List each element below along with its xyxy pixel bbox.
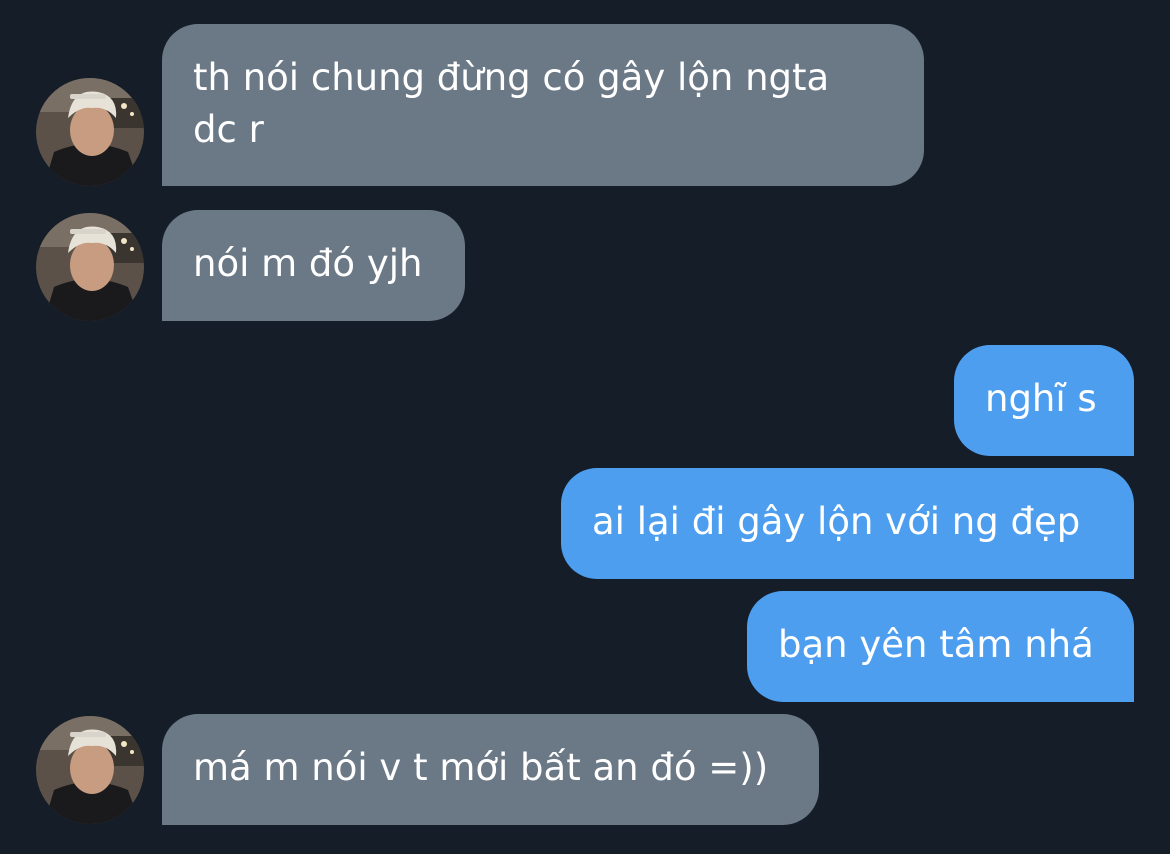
- avatar-image: [36, 716, 144, 824]
- chat-thread: th nói chung đừng có gây lộn ngta dc r n…: [0, 0, 1170, 854]
- message-text-line: th nói chung đừng có gây lộn ngta dc r: [193, 56, 830, 151]
- outgoing-message[interactable]: ai lại đi gây lộn với ng đẹp: [561, 468, 1134, 579]
- incoming-message[interactable]: má m nói v t mới bất an đó =)): [162, 714, 819, 825]
- message-text: bạn yên tâm nhá: [778, 623, 1094, 666]
- outgoing-message[interactable]: bạn yên tâm nhá: [747, 591, 1134, 702]
- contact-avatar[interactable]: [36, 716, 144, 824]
- incoming-message[interactable]: nói m đó yjh: [162, 210, 465, 321]
- message-text: má m nói v t mới bất an đó =)): [193, 746, 769, 789]
- contact-avatar[interactable]: [36, 78, 144, 186]
- incoming-message[interactable]: th nói chung đừng có gây lộn ngta dc r: [162, 24, 924, 186]
- message-text: nói m đó yjh: [193, 242, 423, 285]
- contact-avatar[interactable]: [36, 213, 144, 321]
- message-text: ai lại đi gây lộn với ng đẹp: [592, 500, 1081, 543]
- avatar-image: [36, 78, 144, 186]
- outgoing-message[interactable]: nghĩ s: [954, 345, 1134, 456]
- message-text: nghĩ s: [985, 377, 1097, 420]
- avatar-image: [36, 213, 144, 321]
